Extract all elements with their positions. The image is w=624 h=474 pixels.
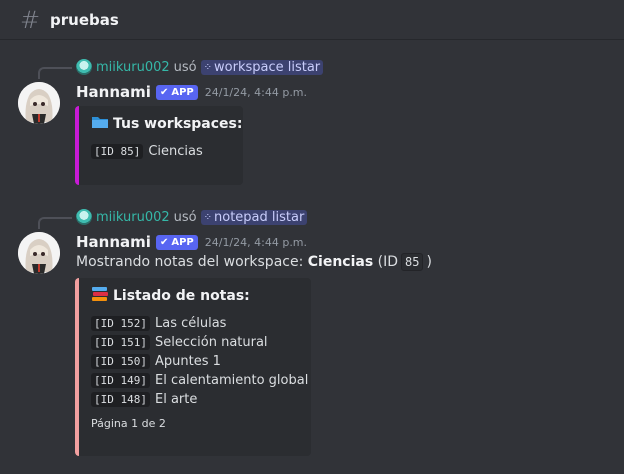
reply-connector <box>38 217 72 229</box>
item-id: [ID 151] <box>91 335 150 350</box>
embed-title: Tus workspaces: <box>91 114 242 134</box>
slash-command[interactable]: ⁘ workspace listar <box>200 59 324 75</box>
list-item: [ID 149] El calentamiento global <box>91 371 308 390</box>
embed: Listado de notas: [ID 152] Las células [… <box>75 278 311 456</box>
app-badge: ✔ APP <box>155 84 198 100</box>
avatar[interactable] <box>18 82 60 124</box>
app-badge-label: APP <box>171 86 194 98</box>
channel-header: # pruebas <box>0 0 624 40</box>
author-name[interactable]: Hannami <box>76 83 151 101</box>
item-text: Las células <box>154 316 227 331</box>
reply-used-label: usó <box>173 209 197 225</box>
timestamp[interactable]: 24/1/24, 4:44 p.m. <box>205 86 307 99</box>
timestamp[interactable]: 24/1/24, 4:44 p.m. <box>205 236 307 249</box>
reply-username[interactable]: miikuru002 <box>96 60 170 75</box>
reply-connector <box>38 67 72 79</box>
books-icon <box>91 286 109 306</box>
item-text: El arte <box>154 392 198 407</box>
list-item: [ID 150] Apuntes 1 <box>91 352 297 371</box>
embed-title: Listado de notas: <box>91 286 297 306</box>
check-icon: ✔ <box>159 236 169 248</box>
app-badge-label: APP <box>171 236 194 248</box>
embed-title-text: Listado de notas: <box>113 288 250 304</box>
content-id: 85 <box>401 253 424 271</box>
embed: Tus workspaces: [ID 85] Ciencias <box>75 106 243 185</box>
author-row: Hannami ✔ APP 24/1/24, 4:44 p.m. <box>76 82 307 102</box>
item-text: Ciencias <box>148 144 203 159</box>
app-badge: ✔ APP <box>155 234 198 250</box>
item-id: [ID 150] <box>91 354 150 369</box>
item-id: [ID 149] <box>91 373 150 388</box>
slash-command[interactable]: ⁘ notepad listar <box>200 209 308 225</box>
list-item: [ID 148] El arte <box>91 390 297 409</box>
reply-used-label: usó <box>173 59 197 75</box>
item-text: El calentamiento global <box>154 373 309 388</box>
item-text: Selección natural <box>154 335 268 350</box>
author-name[interactable]: Hannami <box>76 233 151 251</box>
item-text: Apuntes 1 <box>154 354 221 369</box>
command-name: workspace listar <box>214 59 321 75</box>
reply-username[interactable]: miikuru002 <box>96 210 170 225</box>
embed-footer: Página 1 de 2 <box>91 417 166 430</box>
channel-name: pruebas <box>50 10 119 29</box>
list-item: [ID 151] Selección natural <box>91 333 297 352</box>
reply-avatar[interactable] <box>76 59 92 75</box>
list-item: [ID 85] Ciencias <box>91 142 229 161</box>
list-item: [ID 152] Las células <box>91 314 297 333</box>
content-suffix: ) <box>426 254 432 270</box>
hashtag-icon: # <box>20 5 41 34</box>
check-icon: ✔ <box>159 86 169 98</box>
content-workspace: Ciencias <box>307 254 374 270</box>
content-mid: (ID <box>377 254 398 270</box>
command-icon: ⁘ <box>203 61 212 73</box>
message-content: Mostrando notas del workspace: Ciencias … <box>76 253 432 271</box>
command-name: notepad listar <box>214 209 305 225</box>
reply-context[interactable]: miikuru002 usó ⁘ workspace listar <box>76 58 324 76</box>
folder-icon <box>91 114 109 134</box>
item-id: [ID 85] <box>91 144 144 159</box>
reply-avatar[interactable] <box>76 209 92 225</box>
embed-title-text: Tus workspaces: <box>113 116 243 132</box>
content-prefix: Mostrando notas del workspace: <box>76 254 304 270</box>
item-id: [ID 148] <box>91 392 150 407</box>
command-icon: ⁘ <box>203 211 212 223</box>
author-row: Hannami ✔ APP 24/1/24, 4:44 p.m. <box>76 232 307 252</box>
reply-context[interactable]: miikuru002 usó ⁘ notepad listar <box>76 208 308 226</box>
avatar[interactable] <box>18 232 60 274</box>
item-id: [ID 152] <box>91 316 150 331</box>
